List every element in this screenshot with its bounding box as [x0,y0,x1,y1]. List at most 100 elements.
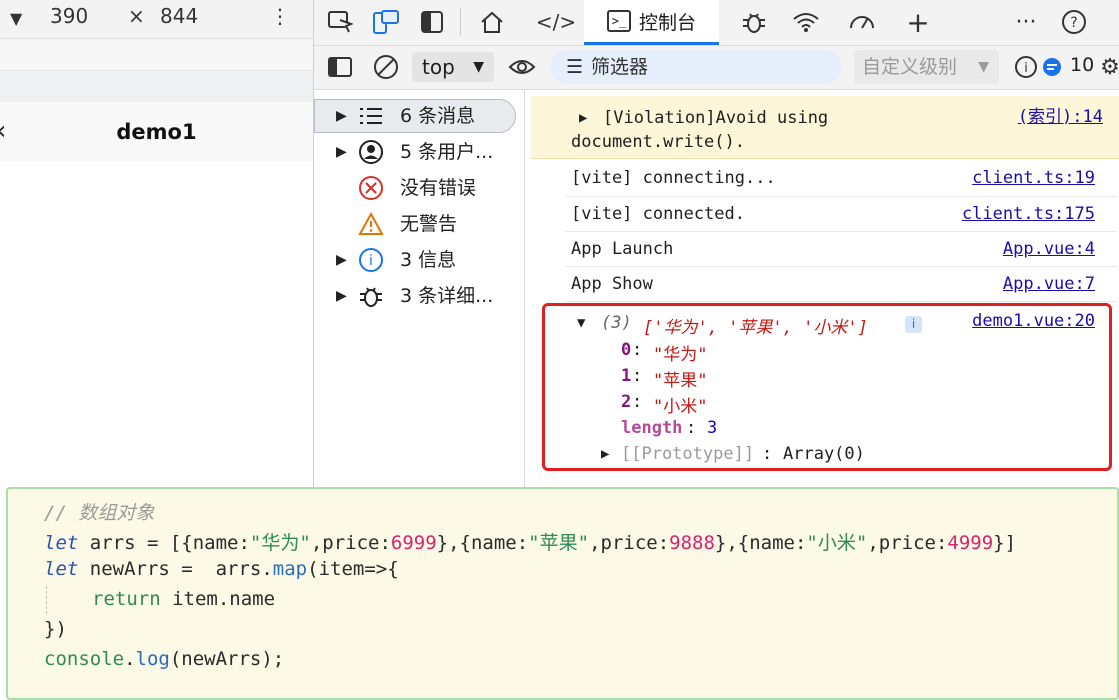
code-text: item.name [160,588,276,610]
source-link[interactable]: App.vue:7 [1003,274,1095,294]
array-key: 1 [621,366,632,386]
key-colon: : [762,444,773,464]
performance-tab-icon[interactable] [844,5,880,39]
code-text: },{name: [436,532,529,554]
violation-text-line2: document.write(). [571,132,745,152]
elements-tab-icon[interactable]: </> [536,5,576,39]
live-expression-eye-icon[interactable] [504,50,540,84]
violation-text-line1: [Violation]Avoid using [603,108,829,128]
console-row-text: App Launch [571,239,674,259]
device-height-input[interactable]: 844 [160,4,198,28]
issues-count: 10 [1070,54,1095,76]
log-level-select[interactable]: 自定义级别 ▼ [854,50,999,84]
prototype-value: Array(0) [783,444,865,464]
code-comment: // 数组对象 [44,502,155,524]
inspect-element-icon[interactable] [322,5,358,39]
source-link[interactable]: client.ts:175 [962,204,1095,224]
console-tab-icon: >_ [606,10,631,32]
code-text: },{name: [714,532,807,554]
code-number: 4999 [947,532,994,554]
row-divider [565,196,1117,197]
list-icon [358,103,384,129]
code-line: console.log(newArrs); [44,648,284,670]
warning-icon [358,211,384,237]
code-object: console [44,648,125,670]
row-divider [565,301,1117,302]
source-link[interactable]: client.ts:19 [972,168,1095,188]
console-row-text: [vite] connecting... [571,168,776,188]
source-link[interactable]: demo1.vue:20 [972,311,1095,331]
array-length-summary: (3) [601,313,632,333]
sidebar-item-user-messages[interactable]: ▶ 5 条用户... [314,135,519,169]
bug-icon [358,283,384,309]
issues-chat-icon[interactable] [1034,50,1070,84]
console-row-text: [vite] connected. [571,204,745,224]
code-line: // 数组对象 [44,498,154,525]
code-line: return item.name [92,588,275,610]
user-icon [358,139,384,165]
code-function: log [135,648,170,670]
code-text: ,price: [867,532,948,554]
code-line: let arrs = [{name:"华为",price:6999},{name… [44,528,1016,555]
code-string: "苹果" [528,532,590,554]
key-colon: : [632,392,643,412]
array-key: 2 [621,392,632,412]
expand-triangle-icon[interactable]: ▶ [336,135,347,169]
expand-triangle-icon[interactable]: ▶ [336,279,347,313]
key-colon: : [632,340,643,360]
log-level-dropdown-icon: ▼ [978,59,989,75]
array-value: "苹果" [653,371,708,391]
sidebar-item-errors[interactable]: 没有错误 [314,171,519,205]
add-tab-icon[interactable]: + [900,5,936,39]
sidebar-item-info[interactable]: ▶ i 3 信息 [314,243,519,277]
sidebar-item-warnings[interactable]: 无警告 [314,207,519,241]
device-emulation-icon[interactable] [368,5,404,39]
code-text: newArrs = arrs. [78,558,273,580]
indent-guide [46,586,47,614]
expand-triangle-icon[interactable]: ▶ [601,446,609,462]
code-string: "华为" [249,532,311,554]
sidebar-toggle-icon[interactable] [322,50,358,84]
key-colon: : [632,366,643,386]
svg-text:i: i [1024,61,1028,76]
more-tools-icon[interactable]: ··· [1008,5,1044,39]
filter-placeholder: 筛选器 [591,56,649,78]
console-toolbar: top ▼ ☰ 筛选器 自定义级别 ▼ i 10 ⚙ [314,46,1119,90]
more-options-icon[interactable]: ⋮ [270,4,290,28]
bug-tab-icon[interactable] [736,5,772,39]
code-number: 9888 [669,532,715,554]
tab-console[interactable]: >_ 控制台 [584,0,719,45]
code-keyword: return [92,588,161,610]
array-info-icon[interactable]: i [905,316,922,333]
context-dropdown-icon: ▼ [473,59,484,75]
settings-gear-icon[interactable]: ⚙ [1100,50,1119,84]
prototype-key: [[Prototype]] [621,444,755,464]
clear-console-icon[interactable] [368,50,404,84]
home-icon[interactable] [474,5,510,39]
code-function: map [272,558,308,580]
network-tab-icon[interactable] [788,5,824,39]
filter-input[interactable]: ☰ 筛选器 [550,50,842,84]
code-keyword: let [44,558,79,580]
length-key: length [621,418,683,438]
expand-triangle-icon[interactable]: ▶ [336,99,347,133]
array-value: "小米" [653,397,708,417]
help-icon[interactable]: ? [1056,5,1092,39]
sidebar-item-verbose[interactable]: ▶ 3 条详细... [314,279,519,313]
collapse-triangle-icon[interactable]: ▼ [577,315,585,331]
code-string: "小米" [806,532,868,554]
app-page-title: demo1 [116,120,197,144]
row-divider [565,266,1117,267]
expand-triangle-icon[interactable]: ▶ [336,243,347,277]
violation-source-link[interactable]: (索引):14 [1018,102,1103,127]
expand-triangle-icon[interactable]: ▶ [579,110,587,126]
tab-console-label: 控制台 [638,11,696,34]
sidebar-item-messages[interactable]: ▶ 6 条消息 [314,99,519,133]
console-sidebar: ▶ 6 条消息 ▶ 5 条用户... 没有错误 无警告 ▶ i 3 信息 ▶ 3… [314,90,525,490]
expanded-array-highlight: ▼ (3) ['华为', '苹果', '小米'] i demo1.vue:20 … [542,303,1112,471]
source-link[interactable]: App.vue:4 [1003,239,1095,259]
device-dropdown-icon[interactable]: ▼ [10,9,22,28]
dock-side-icon[interactable] [414,5,450,39]
context-select[interactable]: top ▼ [412,52,494,82]
device-width-input[interactable]: 390 [50,4,88,28]
